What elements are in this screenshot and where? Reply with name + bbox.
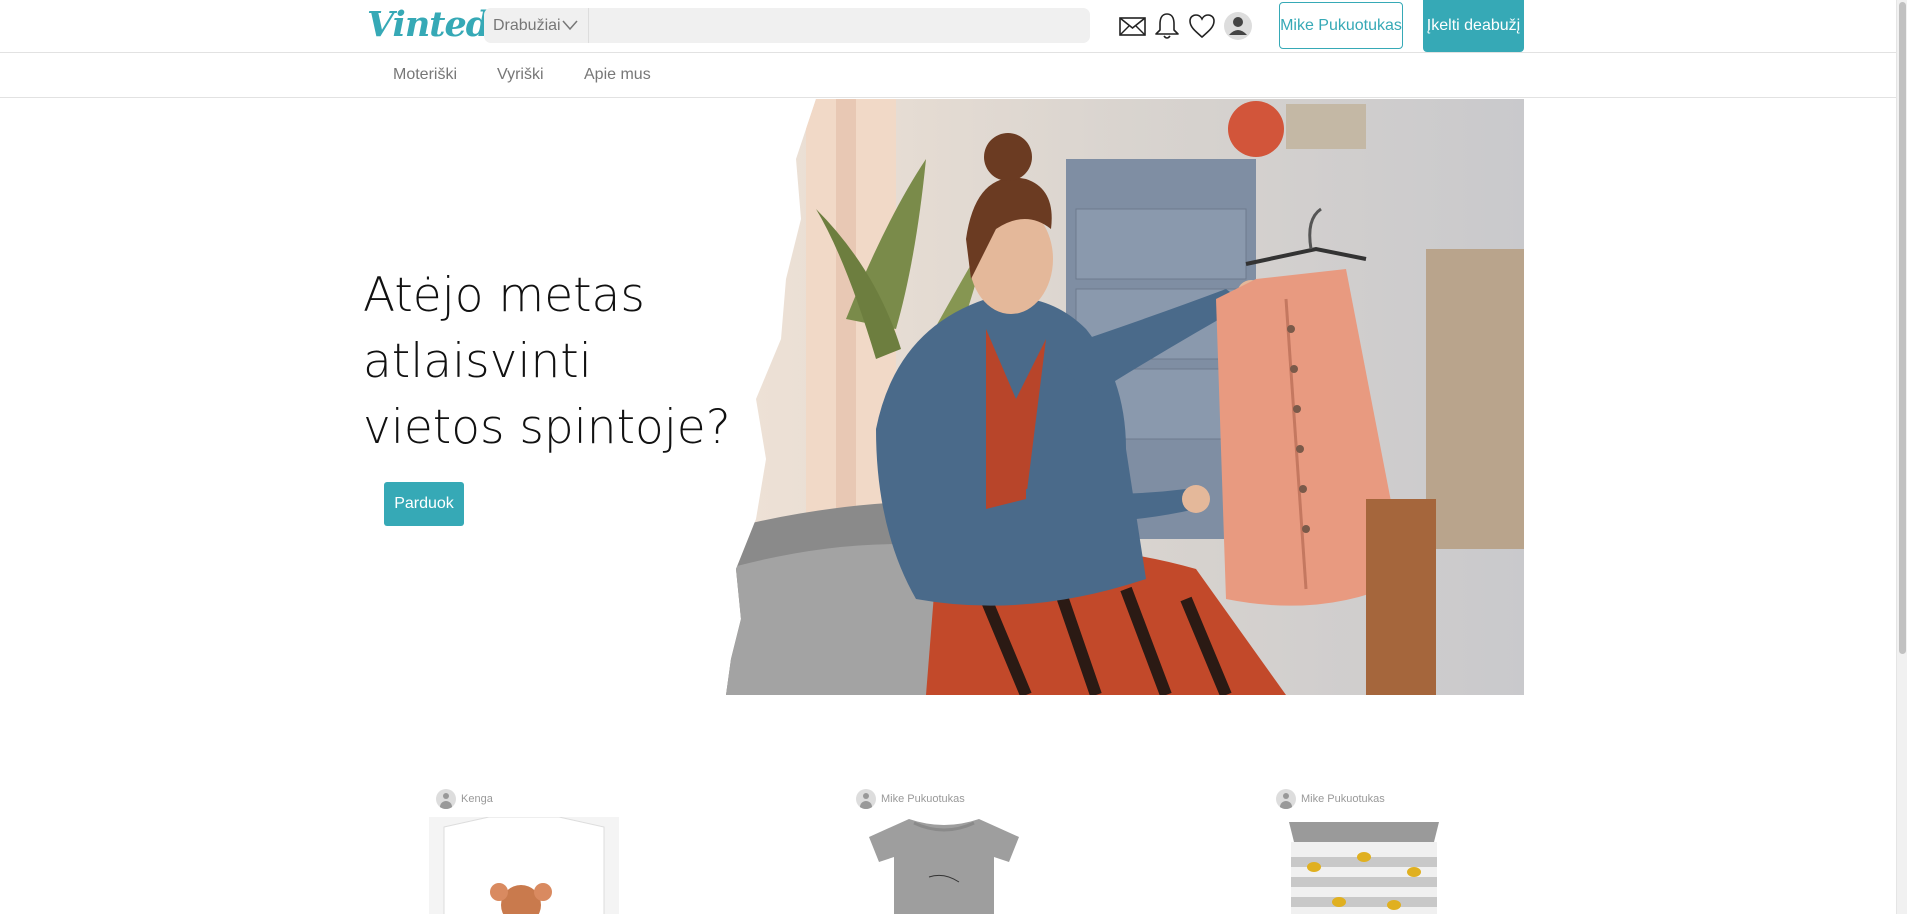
mail-icon[interactable] xyxy=(1118,11,1148,41)
seller-name: Kenga xyxy=(461,793,493,805)
product-thumbnail[interactable] xyxy=(429,817,619,914)
category-nav: Moteriški Vyriški Apie mus xyxy=(0,54,1896,98)
vinted-logo[interactable]: Vinted xyxy=(367,4,490,45)
heart-icon[interactable] xyxy=(1187,11,1217,41)
product-thumbnail[interactable] xyxy=(849,817,1039,914)
sell-button[interactable]: Parduok xyxy=(384,482,464,526)
nav-item-men[interactable]: Vyriški xyxy=(497,66,544,84)
scrollbar-thumb[interactable] xyxy=(1899,2,1906,654)
seller-info[interactable]: Mike Pukuotukas xyxy=(856,789,965,809)
bell-icon[interactable] xyxy=(1152,11,1182,41)
top-header: Vinted Drabužiai Mike Pukuotukas Įkelti … xyxy=(0,0,1896,53)
search-category-select[interactable]: Drabužiai xyxy=(484,8,589,43)
search-bar: Drabužiai xyxy=(484,8,1090,43)
avatar xyxy=(856,789,876,809)
avatar xyxy=(1276,789,1296,809)
hero-title: Atėjo metas atlaisvinti vietos spintoje? xyxy=(363,268,731,455)
upload-item-button[interactable]: Įkelti deabužį xyxy=(1423,0,1524,52)
search-input[interactable] xyxy=(590,8,1090,43)
nav-item-women[interactable]: Moteriški xyxy=(393,66,457,84)
seller-name: Mike Pukuotukas xyxy=(881,793,965,805)
nav-item-about[interactable]: Apie mus xyxy=(584,66,651,84)
seller-info[interactable]: Kenga xyxy=(436,789,493,809)
seller-name: Mike Pukuotukas xyxy=(1301,793,1385,805)
search-category-label: Drabužiai xyxy=(493,16,561,34)
hero-image xyxy=(726,99,1524,695)
avatar xyxy=(436,789,456,809)
page-scrollbar[interactable] xyxy=(1896,0,1907,914)
user-avatar-icon[interactable] xyxy=(1223,11,1253,41)
seller-info[interactable]: Mike Pukuotukas xyxy=(1276,789,1385,809)
chevron-down-icon xyxy=(562,20,578,31)
profile-button[interactable]: Mike Pukuotukas xyxy=(1279,2,1403,49)
product-thumbnail[interactable] xyxy=(1269,817,1459,914)
